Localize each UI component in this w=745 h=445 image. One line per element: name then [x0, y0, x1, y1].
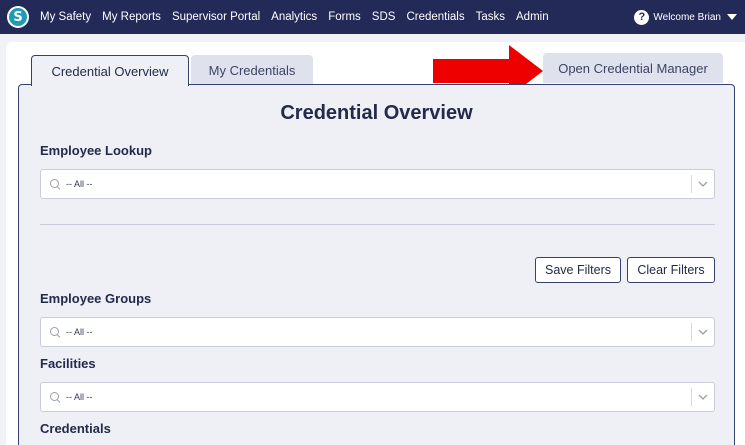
- logo-letter: S: [9, 8, 27, 26]
- page-title: Credential Overview: [280, 102, 473, 124]
- caret-down-icon[interactable]: [727, 14, 737, 20]
- employee-lookup-label: Employee Lookup: [40, 143, 152, 158]
- nav-item-credentials[interactable]: Credentials: [406, 11, 464, 23]
- section-divider: [40, 224, 715, 225]
- search-icon: [50, 392, 60, 402]
- credentials-label: Credentials: [40, 421, 111, 436]
- open-credential-manager-button[interactable]: Open Credential Manager: [543, 53, 723, 83]
- search-icon: [50, 327, 60, 337]
- nav-item-my-reports[interactable]: My Reports: [102, 11, 161, 23]
- employee-lookup-value: -- All --: [66, 179, 93, 189]
- help-icon[interactable]: ?: [634, 9, 650, 25]
- tab-my-credentials[interactable]: My Credentials: [191, 55, 313, 85]
- chevron-down-icon[interactable]: [692, 181, 714, 187]
- employee-groups-value: -- All --: [66, 327, 93, 337]
- search-icon: [50, 179, 60, 189]
- employee-groups-select[interactable]: -- All --: [40, 317, 715, 347]
- chevron-down-icon[interactable]: [692, 329, 714, 335]
- facilities-select[interactable]: -- All --: [40, 382, 715, 412]
- app-logo[interactable]: S: [7, 6, 29, 28]
- save-filters-button[interactable]: Save Filters: [535, 257, 621, 283]
- employee-lookup-select[interactable]: -- All --: [40, 169, 715, 199]
- tab-credential-overview[interactable]: Credential Overview: [31, 55, 189, 86]
- chevron-down-icon[interactable]: [692, 394, 714, 400]
- user-menu[interactable]: ? Welcome Brian: [634, 0, 737, 34]
- nav-item-sds[interactable]: SDS: [372, 11, 396, 23]
- welcome-text: Welcome Brian: [653, 11, 721, 23]
- clear-filters-button[interactable]: Clear Filters: [627, 257, 715, 283]
- top-nav-bar: S My Safety My Reports Supervisor Portal…: [0, 0, 745, 34]
- facilities-label: Facilities: [40, 356, 96, 371]
- nav-item-my-safety[interactable]: My Safety: [40, 11, 91, 23]
- employee-groups-label: Employee Groups: [40, 291, 152, 306]
- nav-item-forms[interactable]: Forms: [328, 11, 361, 23]
- nav-item-tasks[interactable]: Tasks: [476, 11, 505, 23]
- nav-item-admin[interactable]: Admin: [516, 11, 549, 23]
- nav-item-analytics[interactable]: Analytics: [271, 11, 317, 23]
- nav-item-supervisor-portal[interactable]: Supervisor Portal: [172, 11, 260, 23]
- facilities-value: -- All --: [66, 392, 93, 402]
